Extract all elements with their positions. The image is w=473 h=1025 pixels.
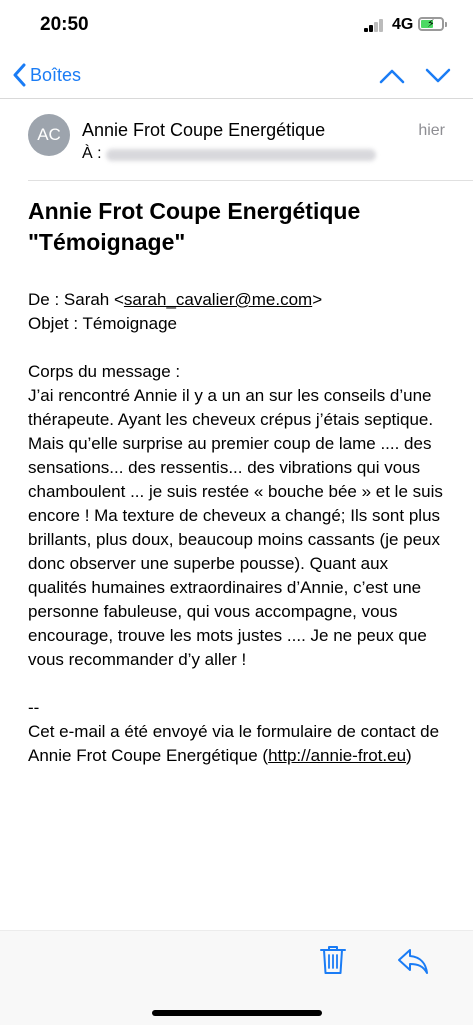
reply-icon[interactable] — [396, 946, 430, 976]
footer-text: Cet e-mail a été envoyé via le formulair… — [28, 720, 448, 768]
email-subject: Annie Frot Coupe Energétique "Témoignage… — [28, 196, 448, 258]
nav-divider — [0, 98, 473, 99]
trash-icon[interactable] — [318, 944, 348, 976]
subject-line-1: Annie Frot Coupe Energétique — [28, 198, 361, 224]
header-divider — [28, 180, 473, 181]
chevron-down-icon[interactable] — [424, 66, 452, 86]
status-time: 20:50 — [40, 14, 89, 35]
message-text: J’ai rencontré Annie il y a un an sur le… — [28, 386, 443, 669]
website-link[interactable]: http://annie-frot.eu — [268, 746, 406, 765]
from-email-link[interactable]: sarah_cavalier@me.com — [124, 290, 312, 309]
email-date: hier — [418, 122, 445, 139]
home-indicator — [152, 1010, 322, 1016]
signature-dash: -- — [28, 698, 40, 717]
battery-icon: ⚡ — [418, 17, 444, 31]
status-bar: 20:50 4G ⚡ — [0, 0, 473, 50]
signal-icon — [364, 18, 386, 32]
battery-cap — [445, 22, 447, 27]
chevron-left-icon — [13, 63, 26, 87]
to-label: À : — [82, 145, 102, 162]
back-button[interactable]: Boîtes — [12, 62, 81, 88]
chevron-up-icon[interactable] — [378, 66, 406, 86]
from-suffix: > — [312, 290, 323, 309]
back-label: Boîtes — [30, 64, 82, 85]
network-type: 4G — [392, 16, 414, 33]
from-prefix: De : Sarah < — [28, 290, 124, 309]
from-line: De : Sarah <sarah_cavalier@me.com> — [28, 288, 448, 312]
corps-label: Corps du message : — [28, 362, 181, 381]
email-body: De : Sarah <sarah_cavalier@me.com> Objet… — [28, 288, 448, 768]
sender-name[interactable]: Annie Frot Coupe Energétique — [82, 120, 325, 141]
footer-link-close: ) — [406, 746, 412, 765]
recipient-redacted[interactable] — [106, 149, 376, 161]
nav-bar: Boîtes — [0, 52, 473, 98]
subject-line-2: "Témoignage" — [28, 229, 186, 255]
avatar[interactable]: AC — [28, 114, 70, 156]
object-line: Objet : Témoignage — [28, 314, 177, 333]
